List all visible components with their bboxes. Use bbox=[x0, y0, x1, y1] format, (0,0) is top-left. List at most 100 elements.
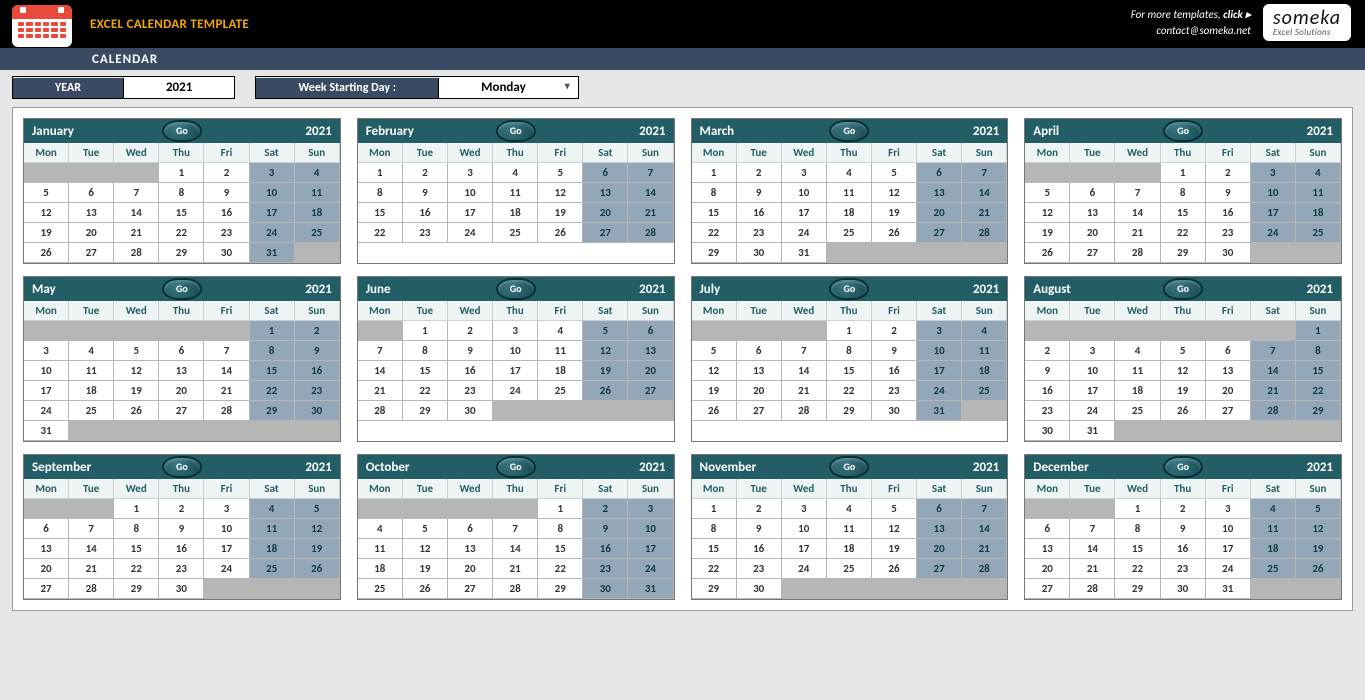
day-cell[interactable]: 11 bbox=[358, 539, 403, 559]
day-cell[interactable]: 7 bbox=[962, 499, 1007, 519]
day-cell[interactable]: 11 bbox=[827, 519, 872, 539]
day-cell[interactable]: 7 bbox=[962, 163, 1007, 183]
day-cell[interactable] bbox=[962, 579, 1007, 599]
day-cell[interactable]: 26 bbox=[114, 401, 159, 421]
day-cell[interactable]: 16 bbox=[295, 361, 340, 381]
day-cell[interactable]: 7 bbox=[1070, 519, 1115, 539]
day-cell[interactable]: 19 bbox=[872, 539, 917, 559]
day-cell[interactable] bbox=[114, 421, 159, 441]
day-cell[interactable]: 18 bbox=[250, 539, 295, 559]
day-cell[interactable] bbox=[295, 421, 340, 441]
day-cell[interactable]: 30 bbox=[737, 579, 782, 599]
day-cell[interactable] bbox=[1206, 421, 1251, 441]
day-cell[interactable]: 21 bbox=[1251, 381, 1296, 401]
day-cell[interactable]: 24 bbox=[917, 381, 962, 401]
day-cell[interactable]: 4 bbox=[295, 163, 340, 183]
day-cell[interactable]: 15 bbox=[827, 361, 872, 381]
day-cell[interactable]: 10 bbox=[1070, 361, 1115, 381]
day-cell[interactable]: 4 bbox=[962, 321, 1007, 341]
day-cell[interactable]: 20 bbox=[159, 381, 204, 401]
day-cell[interactable]: 4 bbox=[1115, 341, 1160, 361]
day-cell[interactable]: 21 bbox=[962, 203, 1007, 223]
day-cell[interactable]: 7 bbox=[204, 341, 249, 361]
day-cell[interactable]: 30 bbox=[448, 401, 493, 421]
day-cell[interactable]: 21 bbox=[1070, 559, 1115, 579]
day-cell[interactable]: 29 bbox=[114, 579, 159, 599]
day-cell[interactable] bbox=[1296, 421, 1341, 441]
day-cell[interactable] bbox=[1296, 243, 1341, 263]
day-cell[interactable]: 27 bbox=[737, 401, 782, 421]
day-cell[interactable]: 30 bbox=[1025, 421, 1070, 441]
day-cell[interactable]: 10 bbox=[448, 183, 493, 203]
day-cell[interactable]: 4 bbox=[69, 341, 114, 361]
day-cell[interactable]: 10 bbox=[250, 183, 295, 203]
day-cell[interactable]: 16 bbox=[737, 203, 782, 223]
day-cell[interactable]: 20 bbox=[448, 559, 493, 579]
day-cell[interactable]: 12 bbox=[872, 183, 917, 203]
day-cell[interactable]: 19 bbox=[1161, 381, 1206, 401]
day-cell[interactable] bbox=[1251, 321, 1296, 341]
day-cell[interactable]: 14 bbox=[782, 361, 827, 381]
day-cell[interactable] bbox=[358, 321, 403, 341]
day-cell[interactable]: 24 bbox=[1251, 223, 1296, 243]
day-cell[interactable]: 10 bbox=[782, 183, 827, 203]
day-cell[interactable]: 2 bbox=[204, 163, 249, 183]
day-cell[interactable]: 19 bbox=[538, 203, 583, 223]
day-cell[interactable]: 15 bbox=[250, 361, 295, 381]
day-cell[interactable]: 14 bbox=[114, 203, 159, 223]
go-button[interactable]: Go bbox=[829, 456, 869, 478]
day-cell[interactable]: 1 bbox=[1296, 321, 1341, 341]
day-cell[interactable]: 30 bbox=[295, 401, 340, 421]
day-cell[interactable] bbox=[1161, 421, 1206, 441]
day-cell[interactable]: 29 bbox=[159, 243, 204, 263]
day-cell[interactable]: 23 bbox=[295, 381, 340, 401]
day-cell[interactable]: 11 bbox=[1115, 361, 1160, 381]
go-button[interactable]: Go bbox=[162, 278, 202, 300]
day-cell[interactable]: 15 bbox=[358, 203, 403, 223]
day-cell[interactable]: 27 bbox=[69, 243, 114, 263]
day-cell[interactable]: 19 bbox=[114, 381, 159, 401]
more-templates-line[interactable]: For more templates, click ▸ bbox=[1131, 7, 1251, 23]
day-cell[interactable]: 29 bbox=[1161, 243, 1206, 263]
day-cell[interactable]: 20 bbox=[917, 539, 962, 559]
day-cell[interactable]: 12 bbox=[692, 361, 737, 381]
day-cell[interactable]: 12 bbox=[24, 203, 69, 223]
day-cell[interactable]: 14 bbox=[493, 539, 538, 559]
day-cell[interactable] bbox=[204, 421, 249, 441]
day-cell[interactable]: 8 bbox=[159, 183, 204, 203]
day-cell[interactable]: 5 bbox=[1025, 183, 1070, 203]
day-cell[interactable] bbox=[1161, 321, 1206, 341]
day-cell[interactable]: 23 bbox=[159, 559, 204, 579]
day-cell[interactable]: 14 bbox=[962, 183, 1007, 203]
day-cell[interactable]: 5 bbox=[692, 341, 737, 361]
day-cell[interactable]: 4 bbox=[493, 163, 538, 183]
day-cell[interactable]: 15 bbox=[114, 539, 159, 559]
day-cell[interactable]: 21 bbox=[628, 203, 673, 223]
day-cell[interactable] bbox=[583, 401, 628, 421]
day-cell[interactable]: 22 bbox=[114, 559, 159, 579]
day-cell[interactable]: 5 bbox=[872, 499, 917, 519]
day-cell[interactable]: 25 bbox=[493, 223, 538, 243]
day-cell[interactable]: 20 bbox=[69, 223, 114, 243]
day-cell[interactable]: 8 bbox=[403, 341, 448, 361]
day-cell[interactable]: 5 bbox=[24, 183, 69, 203]
day-cell[interactable]: 3 bbox=[1206, 499, 1251, 519]
day-cell[interactable]: 19 bbox=[692, 381, 737, 401]
day-cell[interactable]: 13 bbox=[917, 519, 962, 539]
day-cell[interactable]: 20 bbox=[1025, 559, 1070, 579]
day-cell[interactable]: 24 bbox=[782, 223, 827, 243]
day-cell[interactable]: 22 bbox=[1161, 223, 1206, 243]
day-cell[interactable]: 24 bbox=[628, 559, 673, 579]
day-cell[interactable]: 25 bbox=[538, 381, 583, 401]
day-cell[interactable]: 9 bbox=[448, 341, 493, 361]
day-cell[interactable]: 28 bbox=[962, 223, 1007, 243]
day-cell[interactable]: 12 bbox=[1025, 203, 1070, 223]
day-cell[interactable]: 5 bbox=[583, 321, 628, 341]
day-cell[interactable]: 22 bbox=[692, 223, 737, 243]
day-cell[interactable]: 13 bbox=[448, 539, 493, 559]
day-cell[interactable]: 11 bbox=[1296, 183, 1341, 203]
day-cell[interactable]: 28 bbox=[114, 243, 159, 263]
day-cell[interactable]: 26 bbox=[1296, 559, 1341, 579]
day-cell[interactable]: 26 bbox=[24, 243, 69, 263]
day-cell[interactable]: 21 bbox=[782, 381, 827, 401]
